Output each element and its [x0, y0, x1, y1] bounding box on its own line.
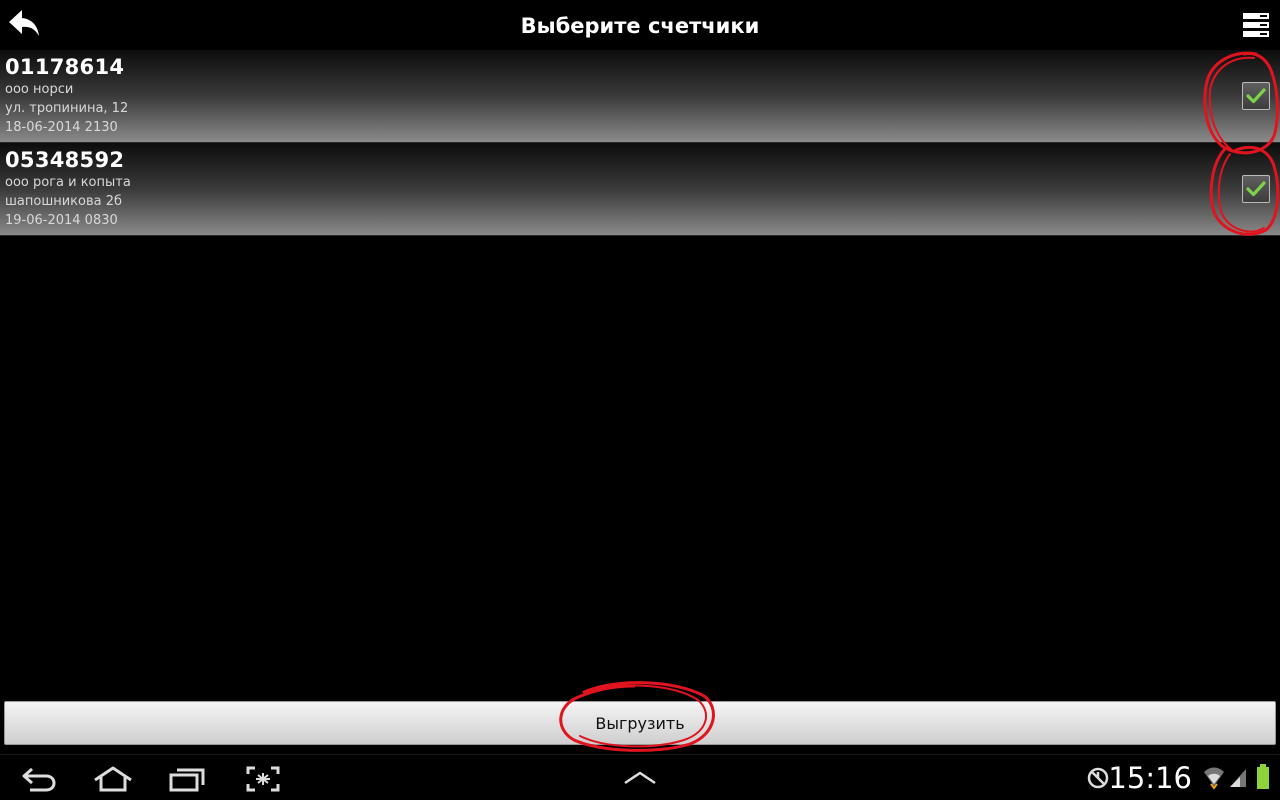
nav-back-icon[interactable]: [20, 765, 58, 793]
up-chevron-icon[interactable]: [622, 769, 658, 787]
battery-icon: [1257, 764, 1269, 789]
action-bar: Выберите счетчики: [0, 0, 1280, 50]
back-button[interactable]: [6, 8, 42, 42]
page-title: Выберите счетчики: [520, 14, 760, 38]
recent-apps-icon[interactable]: [168, 765, 208, 793]
meter-address: ул. тропинина, 12: [5, 101, 129, 116]
meter-company: ооо норси: [5, 82, 74, 97]
screen: Выберите счетчики 01178614 ооо норси ул.…: [0, 0, 1280, 800]
meter-datetime: 18-06-2014 2130: [5, 120, 118, 135]
clock: 15:16: [1108, 761, 1192, 795]
meter-address: шапошникова 2б: [5, 194, 123, 209]
menu-button[interactable]: [1242, 11, 1270, 39]
list-menu-icon: [1243, 13, 1269, 37]
sync-icon: [1087, 767, 1109, 789]
meter-list: 01178614 ооо норси ул. тропинина, 12 18-…: [0, 50, 1280, 236]
checkmark-icon: [1246, 181, 1266, 197]
signal-icon: [1230, 769, 1246, 787]
back-arrow-icon: [9, 10, 39, 36]
list-item[interactable]: 05348592 ооо рога и копыта шапошникова 2…: [0, 143, 1280, 236]
meter-number: 01178614: [5, 55, 125, 79]
checkmark-icon: [1246, 88, 1266, 104]
system-bar: 15:16: [0, 754, 1280, 800]
meter-checkbox[interactable]: [1242, 82, 1270, 110]
list-item[interactable]: 01178614 ооо норси ул. тропинина, 12 18-…: [0, 50, 1280, 143]
upload-button[interactable]: Выгрузить: [4, 701, 1276, 745]
meter-number: 05348592: [5, 148, 125, 172]
wifi-icon: [1204, 767, 1224, 790]
screenshot-icon[interactable]: [245, 765, 281, 793]
home-icon[interactable]: [92, 765, 134, 793]
meter-company: ооо рога и копыта: [5, 175, 131, 190]
meter-datetime: 19-06-2014 0830: [5, 213, 118, 228]
meter-checkbox[interactable]: [1242, 175, 1270, 203]
